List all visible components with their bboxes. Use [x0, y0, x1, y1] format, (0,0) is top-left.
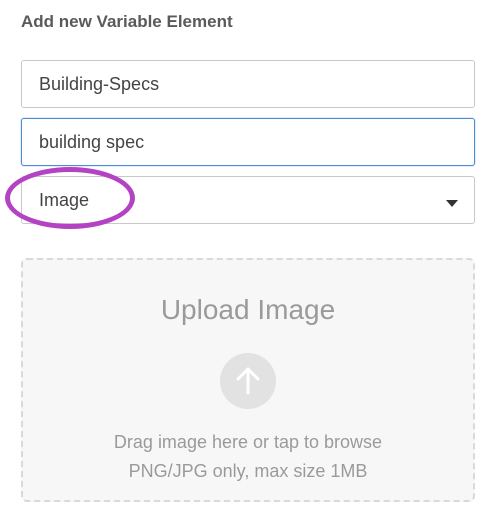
element-name-input[interactable]: [21, 60, 475, 108]
element-type-select[interactable]: Image: [21, 176, 475, 224]
element-type-selected-value: Image: [39, 189, 90, 210]
element-label-input[interactable]: [21, 118, 475, 166]
chevron-down-icon: [446, 200, 458, 207]
image-upload-dropzone[interactable]: Upload Image Drag image here or tap to b…: [21, 258, 475, 502]
upload-arrow-icon: [220, 353, 276, 409]
upload-title: Upload Image: [160, 294, 336, 325]
form-heading: Add new Variable Element: [21, 12, 233, 31]
upload-constraints-text: PNG/JPG only, max size 1MB: [128, 461, 368, 481]
upload-hint-text: Drag image here or tap to browse: [113, 432, 383, 452]
